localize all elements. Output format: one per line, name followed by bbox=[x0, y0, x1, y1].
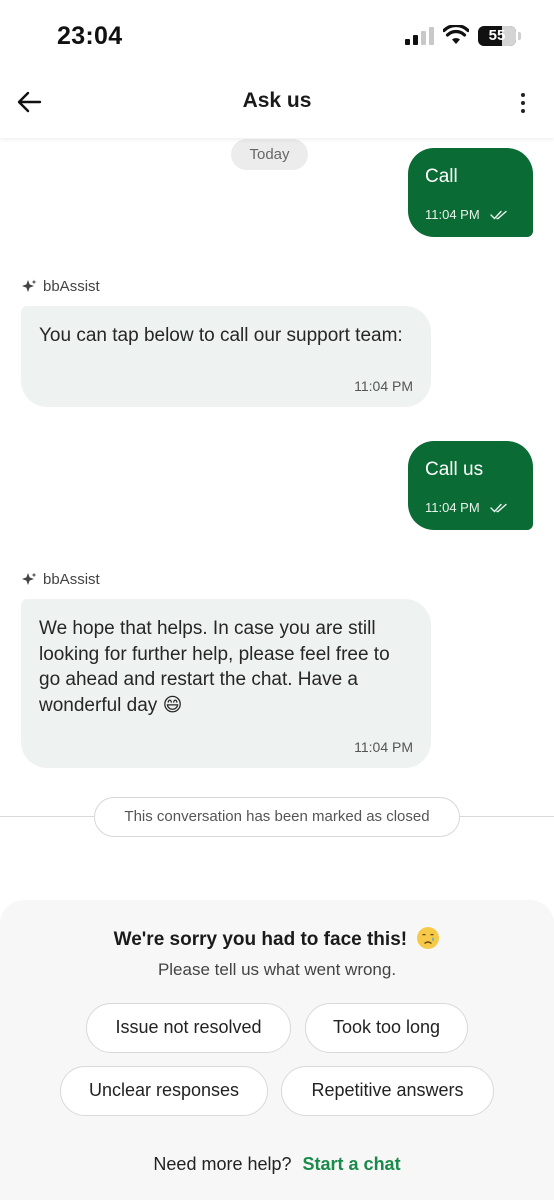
double-check-icon bbox=[489, 210, 507, 220]
battery-tip bbox=[518, 32, 521, 40]
closed-notice: This conversation has been marked as clo… bbox=[94, 797, 460, 837]
sender-name: bbAssist bbox=[43, 571, 100, 588]
message-meta: 11:04 PM bbox=[425, 207, 508, 222]
message-text: Call us bbox=[425, 459, 484, 480]
double-check-icon bbox=[489, 503, 507, 513]
feedback-title-text: We're sorry you had to face this! bbox=[113, 929, 408, 950]
feedback-sheet: We're sorry you had to face this! Please… bbox=[0, 900, 554, 1200]
message-time: 11:04 PM bbox=[354, 739, 413, 755]
sparkle-icon bbox=[22, 279, 37, 292]
signal-icon bbox=[405, 27, 434, 45]
wifi-icon bbox=[443, 25, 469, 44]
battery-icon: 55 bbox=[478, 26, 516, 46]
battery-level: 55 bbox=[488, 27, 506, 44]
option-repetitive-answers[interactable]: Repetitive answers bbox=[281, 1066, 494, 1116]
message-time: 11:04 PM bbox=[425, 207, 480, 222]
sender-label: bbAssist bbox=[21, 571, 100, 588]
start-chat-link[interactable]: Start a chat bbox=[303, 1154, 401, 1174]
option-issue-not-resolved[interactable]: Issue not resolved bbox=[86, 1003, 291, 1053]
sender-name: bbAssist bbox=[43, 278, 100, 295]
option-took-too-long[interactable]: Took too long bbox=[305, 1003, 468, 1053]
message-text: We hope that helps. In case you are stil… bbox=[39, 618, 390, 716]
incoming-message: You can tap below to call our support te… bbox=[21, 306, 431, 407]
outgoing-message: Call 11:04 PM bbox=[408, 148, 533, 237]
status-bar: 23:04 55 bbox=[0, 0, 554, 70]
outgoing-message: Call us 11:04 PM bbox=[408, 441, 533, 530]
status-time: 23:04 bbox=[57, 22, 123, 50]
help-row: Need more help? Start a chat bbox=[0, 1154, 554, 1175]
more-vertical-icon[interactable] bbox=[510, 88, 536, 118]
message-meta: 11:04 PM bbox=[425, 500, 508, 515]
date-chip: Today bbox=[231, 139, 308, 170]
app-header: Ask us bbox=[0, 70, 554, 138]
option-unclear-responses[interactable]: Unclear responses bbox=[60, 1066, 268, 1116]
incoming-message: We hope that helps. In case you are stil… bbox=[21, 599, 431, 768]
message-text: You can tap below to call our support te… bbox=[39, 325, 403, 346]
crying-face-icon bbox=[417, 927, 440, 949]
sparkle-icon bbox=[22, 572, 37, 585]
feedback-title: We're sorry you had to face this! bbox=[0, 926, 554, 951]
page-title: Ask us bbox=[242, 89, 312, 112]
feedback-subtitle: Please tell us what went wrong. bbox=[157, 960, 397, 979]
help-text: Need more help? bbox=[153, 1154, 292, 1174]
sender-label: bbAssist bbox=[21, 278, 100, 295]
message-text: Call bbox=[425, 166, 458, 187]
message-time: 11:04 PM bbox=[425, 500, 480, 515]
message-time: 11:04 PM bbox=[354, 378, 413, 394]
